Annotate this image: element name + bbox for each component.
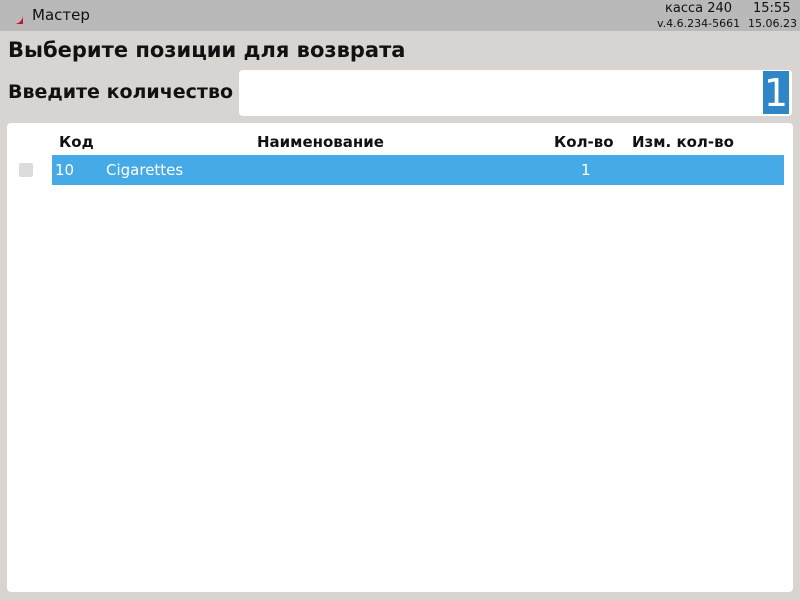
app-logo-icon — [5, 6, 23, 24]
table-row[interactable]: 10 Cigarettes 1 — [52, 155, 784, 185]
app-title: Мастер — [32, 6, 90, 24]
column-header-name: Наименование — [257, 133, 384, 151]
row-qty: 1 — [581, 161, 591, 179]
version-label: v.4.6.234-5661 — [657, 17, 741, 30]
row-checkbox[interactable] — [19, 163, 33, 177]
row-name: Cigarettes — [106, 161, 184, 179]
quantity-label: Введите количество — [8, 81, 234, 103]
column-header-qty: Кол-во — [554, 133, 614, 151]
column-header-code: Код — [59, 133, 94, 151]
quantity-value: 1 — [763, 71, 789, 115]
top-bar: Мастер касса 240 15:55 v.4.6.234-5661 15… — [0, 0, 800, 31]
clock: 15:55 — [753, 1, 791, 16]
date-label: 15.06.23 — [748, 17, 797, 30]
column-header-changed-qty: Изм. кол-во — [632, 133, 734, 151]
items-table: Код Наименование Кол-во Изм. кол-во 10 C… — [7, 123, 793, 592]
row-code: 10 — [55, 161, 75, 179]
register-label: касса 240 — [665, 1, 733, 16]
quantity-input[interactable]: 1 — [239, 70, 792, 116]
page-title: Выберите позиции для возврата — [8, 38, 406, 62]
